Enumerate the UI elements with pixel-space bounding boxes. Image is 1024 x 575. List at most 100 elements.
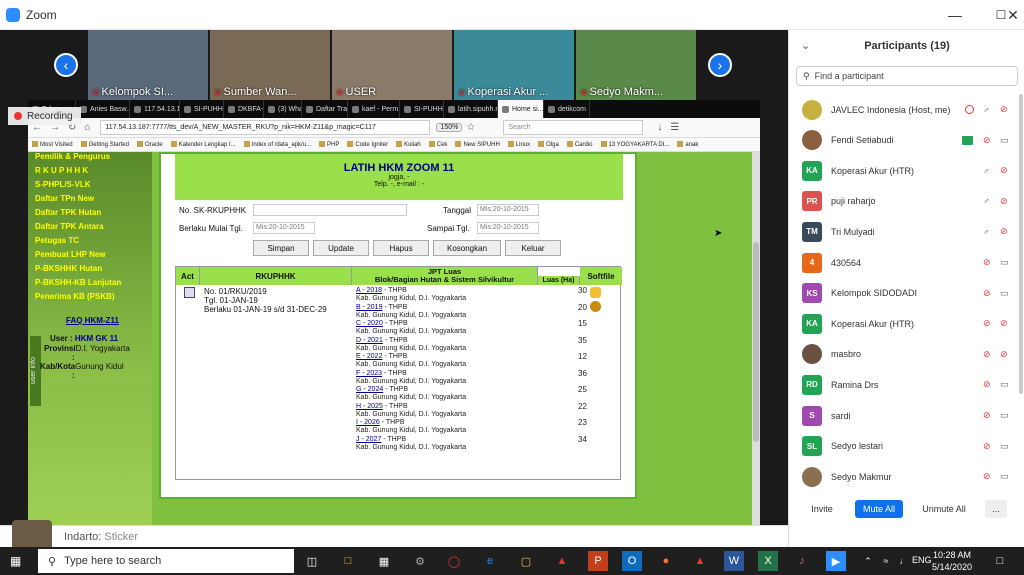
download-file-icon[interactable]: [590, 301, 601, 312]
mic-icon[interactable]: ♂: [983, 166, 990, 176]
video-icon[interactable]: ▭: [1000, 471, 1009, 482]
next-page-button[interactable]: ›: [708, 53, 732, 77]
video-thumb[interactable]: ⊘ USER: [332, 30, 452, 100]
bookmark-item[interactable]: Cardio: [567, 141, 593, 148]
participant-row[interactable]: KS Kelompok SIDODADI ⊘ ▭: [789, 278, 1024, 309]
browser-tab[interactable]: SI-PUHH: [180, 100, 224, 118]
video-thumb[interactable]: ⊘ Sedyo Makm...: [576, 30, 696, 100]
url-input[interactable]: 117.54.13.187:7777/tts_dev/A_NEW_MASTER_…: [100, 120, 431, 135]
menu-item[interactable]: Daftar TPn New: [35, 194, 152, 203]
mic-muted-icon[interactable]: ⊘: [983, 379, 991, 390]
acrobat-icon[interactable]: ▲: [552, 551, 572, 571]
folder-icon[interactable]: ▢: [516, 551, 536, 571]
browser-tab[interactable]: latih.sipuhh.net: [444, 100, 498, 118]
powerpoint-icon[interactable]: P: [588, 551, 608, 571]
blok-link[interactable]: H - 2025: [356, 403, 383, 410]
participant-search-input[interactable]: ⚲ Find a participant: [796, 66, 1018, 86]
windows-start-icon[interactable]: ▦: [10, 554, 21, 568]
mic-muted-icon[interactable]: ⊘: [983, 135, 991, 146]
video-icon[interactable]: ▭: [1000, 257, 1009, 268]
tanggal-input[interactable]: Mis:20-10-2015: [477, 204, 539, 216]
page-scrollbar-thumb[interactable]: [753, 242, 759, 442]
mic-muted-icon[interactable]: ⊘: [983, 441, 991, 452]
close-button[interactable]: ✕: [1002, 0, 1024, 30]
bookmark-item[interactable]: Cek: [429, 141, 448, 148]
bookmark-item[interactable]: Kalender Lengkap I...: [171, 141, 236, 148]
browser-tab[interactable]: detikcom: [544, 100, 590, 118]
mic-muted-icon[interactable]: ⊘: [983, 349, 991, 360]
menu-item[interactable]: R K U P H H K: [35, 166, 152, 175]
more-button[interactable]: ...: [985, 500, 1007, 518]
blok-link[interactable]: G - 2024: [356, 386, 383, 393]
menu-item[interactable]: Pembuat LHP New: [35, 250, 152, 259]
browser-tab[interactable]: kaef - Perm...: [348, 100, 400, 118]
opera-icon[interactable]: ◯: [444, 551, 464, 571]
video-off-icon[interactable]: ⊘: [1000, 318, 1008, 329]
mic-muted-icon[interactable]: ⊘: [983, 288, 991, 299]
bookmark-item[interactable]: Most Visited: [32, 141, 73, 148]
participant-row[interactable]: TM Tri Mulyadi ♂ ⊘: [789, 216, 1024, 247]
blok-link[interactable]: B - 2019: [356, 304, 382, 311]
library-icon[interactable]: ☰: [670, 122, 679, 133]
bookmark-item[interactable]: Olga: [538, 141, 559, 148]
participant-row[interactable]: 4 430564 ⊘ ▭: [789, 247, 1024, 278]
menu-item[interactable]: Petugas TC: [35, 236, 152, 245]
page-scrollbar[interactable]: [752, 152, 760, 525]
menu-item[interactable]: Penerima KB (PSKB): [35, 292, 152, 301]
mic-icon[interactable]: ♂: [983, 227, 990, 237]
zoom-level[interactable]: 150%: [436, 123, 463, 132]
tray-chevron-icon[interactable]: ⌃: [858, 551, 878, 571]
unmute-all-button[interactable]: Unmute All: [917, 500, 971, 518]
excel-icon[interactable]: X: [758, 551, 778, 571]
bookmark-item[interactable]: Index of /data_apk/u...: [244, 141, 311, 148]
keluar-button[interactable]: Keluar: [505, 240, 561, 256]
edit-icon[interactable]: [184, 287, 195, 298]
mic-muted-icon[interactable]: ⊘: [983, 471, 991, 482]
video-off-icon[interactable]: ⊘: [1000, 165, 1008, 176]
itunes-icon[interactable]: ♪: [792, 551, 812, 571]
outlook-icon[interactable]: O: [622, 551, 642, 571]
video-off-icon[interactable]: ⊘: [1000, 226, 1008, 237]
berlaku-input[interactable]: Mis:20-10-2015: [253, 222, 315, 234]
firefox-icon[interactable]: ●: [656, 551, 676, 571]
video-icon[interactable]: ▭: [1000, 135, 1009, 146]
kosongkan-button[interactable]: Kosongkan: [433, 240, 501, 256]
sampai-input[interactable]: Mis:20-10-2015: [477, 222, 539, 234]
settings-icon[interactable]: ⚙: [410, 551, 430, 571]
bookmark-star-icon[interactable]: ☆: [466, 122, 475, 133]
video-thumb[interactable]: ⊘ Kelompok SI...: [88, 30, 208, 100]
clock[interactable]: 10:28 AM 5/14/2020: [932, 549, 972, 573]
participant-row[interactable]: KA Koperasi Akur (HTR) ♂ ⊘: [789, 155, 1024, 186]
mic-icon[interactable]: ♂: [983, 105, 990, 115]
video-thumb[interactable]: ⊘ Sumber Wan...: [210, 30, 330, 100]
blok-link[interactable]: D - 2021: [356, 337, 383, 344]
simpan-button[interactable]: Simpan: [253, 240, 309, 256]
home-icon[interactable]: ⌂: [84, 122, 90, 133]
blok-link[interactable]: J - 2027: [356, 436, 381, 443]
task-view-icon[interactable]: ◫: [302, 551, 322, 571]
participant-row[interactable]: SL Sedyo lestari ⊘ ▭: [789, 431, 1024, 462]
store-icon[interactable]: ▦: [374, 551, 394, 571]
file-explorer-icon[interactable]: □: [338, 551, 358, 571]
participant-row[interactable]: JAVLEC Indonesia (Host, me) ♂ ⊘: [789, 94, 1024, 125]
mic-muted-icon[interactable]: ⊘: [983, 410, 991, 421]
wifi-icon[interactable]: ≈: [876, 551, 896, 571]
video-thumb[interactable]: ⊘ Koperasi Akur ...: [454, 30, 574, 100]
menu-item[interactable]: P-BKSHHK Hutan: [35, 264, 152, 273]
bookmark-item[interactable]: Oracle: [137, 141, 163, 148]
menu-item[interactable]: Pemilik & Pengurus: [35, 152, 152, 161]
video-icon[interactable]: ▭: [1000, 288, 1009, 299]
bookmark-item[interactable]: Kuliah: [396, 141, 421, 148]
video-icon[interactable]: ▭: [1000, 441, 1009, 452]
video-icon[interactable]: ▭: [1000, 379, 1009, 390]
mute-all-button[interactable]: Mute All: [855, 500, 903, 518]
prev-page-button[interactable]: ‹: [54, 53, 78, 77]
bookmark-item[interactable]: Getting Started: [81, 141, 129, 148]
participant-row[interactable]: Ssardi ⊘ ▭: [789, 400, 1024, 431]
invite-button[interactable]: Invite: [803, 500, 841, 518]
taskbar-search-input[interactable]: ⚲ Type here to search: [38, 549, 294, 573]
update-button[interactable]: Update: [313, 240, 369, 256]
word-icon[interactable]: W: [724, 551, 744, 571]
participant-row[interactable]: masbro ⊘ ⊘: [789, 339, 1024, 370]
faq-link[interactable]: FAQ HKM-Z11: [66, 316, 119, 325]
